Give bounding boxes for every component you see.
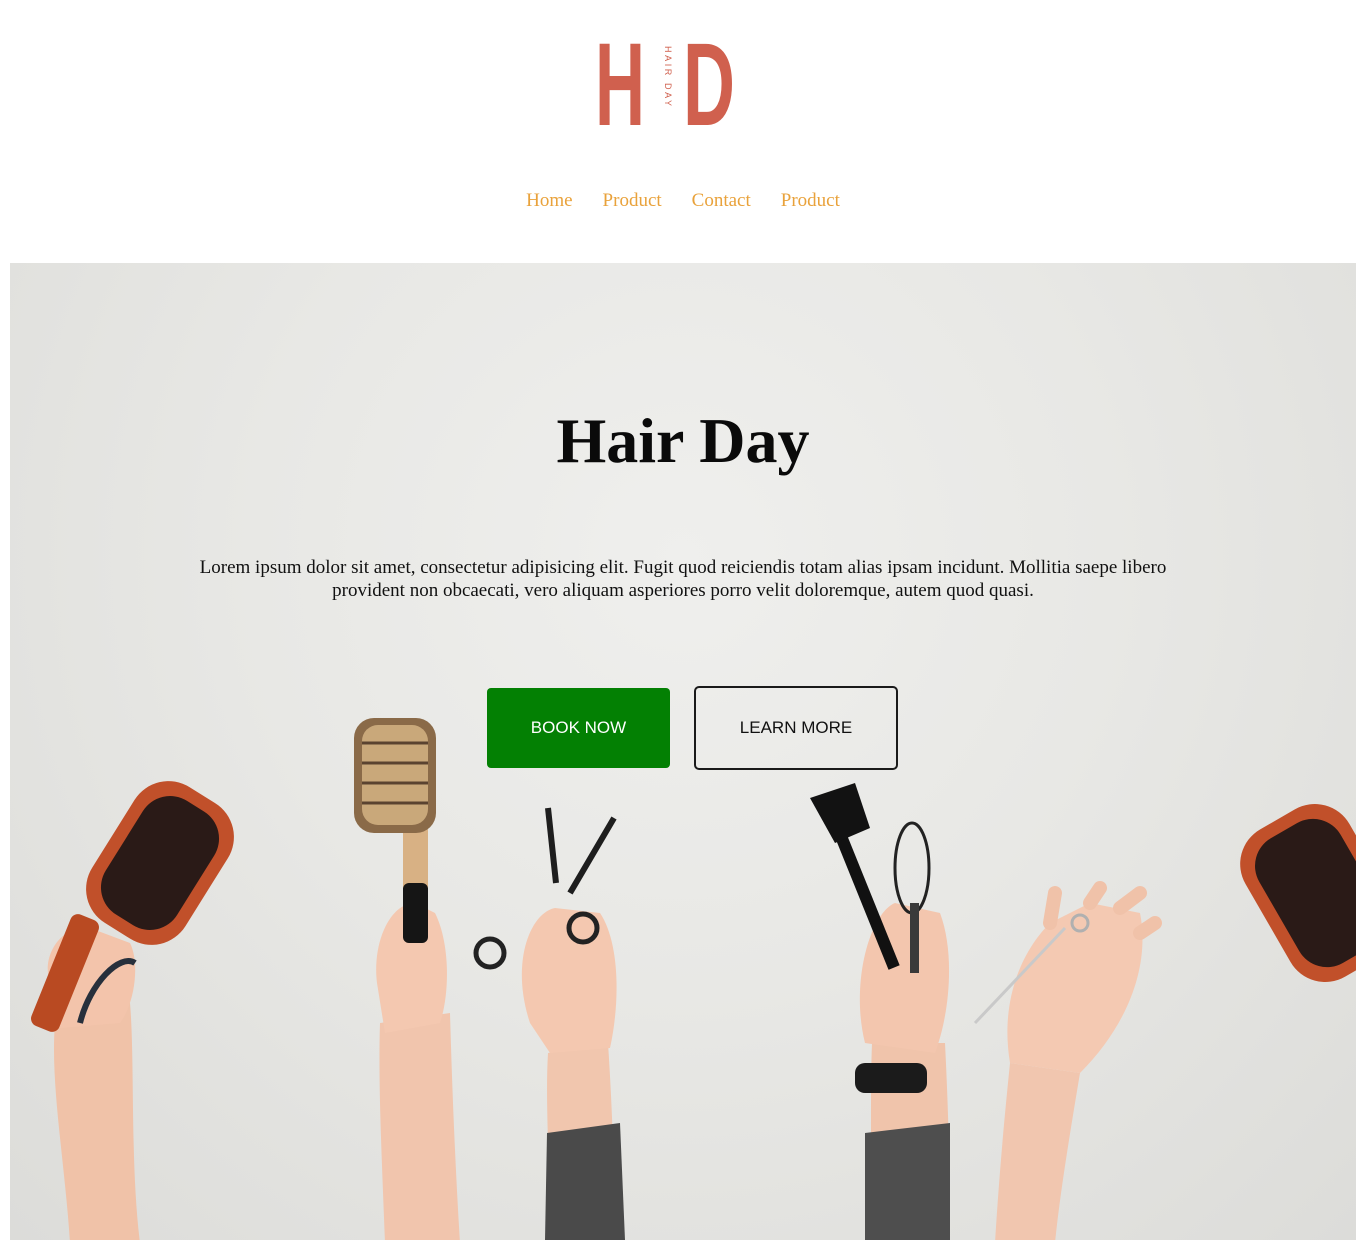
shears-hand-illustration	[973, 881, 1162, 1240]
nav-product[interactable]: Product	[603, 188, 662, 214]
logo-letter-d: D	[683, 36, 735, 128]
logo-vertical-text: HAIR DAY	[663, 46, 673, 109]
logo[interactable]: H HAIR DAY D	[595, 36, 740, 128]
paddle-brush-illustration	[31, 781, 234, 1240]
learn-more-button[interactable]: LEARN MORE	[694, 686, 898, 770]
hero-description: Lorem ipsum dolor sit amet, consectetur …	[199, 557, 1167, 601]
book-now-button[interactable]: BOOK NOW	[487, 688, 670, 768]
hero-title: Hair Day	[556, 405, 810, 476]
dye-brush-whisk-illustration	[810, 783, 950, 1240]
main-nav: Home Product Contact Product	[0, 188, 1366, 214]
right-paddle-brush-illustration	[1240, 804, 1356, 982]
scissors-illustration	[473, 807, 625, 1240]
nav-product-2[interactable]: Product	[781, 188, 840, 214]
nav-home[interactable]: Home	[526, 188, 572, 214]
logo-mark: H HAIR DAY D	[595, 36, 735, 128]
nav-contact[interactable]: Contact	[692, 188, 751, 214]
hero-section: Hair Day Lorem ipsum dolor sit amet, con…	[10, 263, 1356, 1240]
round-brush-illustration	[354, 718, 460, 1240]
logo-letter-h: H	[595, 36, 645, 128]
